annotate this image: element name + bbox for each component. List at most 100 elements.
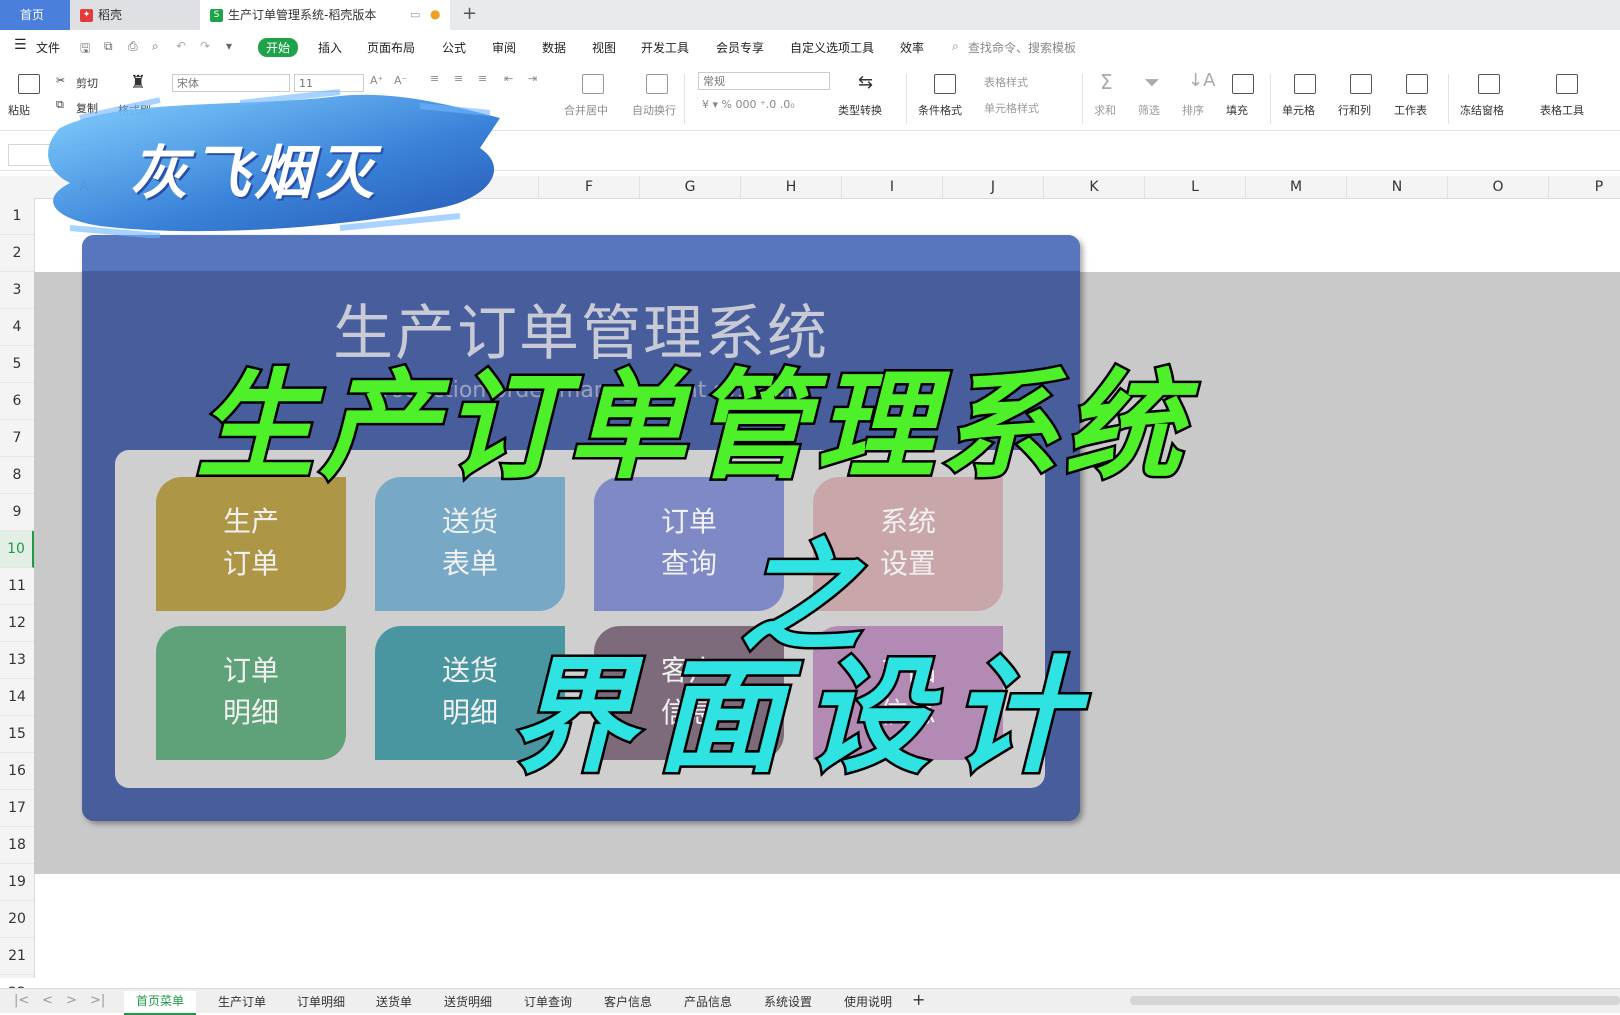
row-header[interactable]: 13 [0,642,34,679]
sum-button[interactable]: 求和 [1094,102,1116,118]
redo-icon[interactable]: ↷ [200,39,210,53]
sheet-tab-instructions[interactable]: 使用说明 [844,993,892,1010]
freeze-panes-button[interactable]: 冻结窗格 [1460,102,1504,118]
type-convert-button[interactable]: 类型转换 [838,102,882,118]
column-header[interactable]: O [1448,176,1549,198]
row-header[interactable]: 9 [0,494,34,531]
sheet-tab-delivery-detail[interactable]: 送货明细 [444,993,492,1010]
sheet-tab-order-detail[interactable]: 订单明细 [297,993,345,1010]
decrease-font-icon[interactable]: A⁻ [394,74,407,87]
filter-button[interactable]: 筛选 [1138,102,1160,118]
align-bottom-icon[interactable]: ≡ [478,72,487,85]
horizontal-scrollbar[interactable] [1130,996,1620,1005]
row-header[interactable]: 4 [0,309,34,346]
cell-button[interactable]: 单元格 [1282,102,1315,118]
align-middle-icon[interactable]: ≡ [454,72,463,85]
row-header[interactable]: 16 [0,753,34,790]
last-sheet-icon[interactable]: >| [90,993,105,1008]
row-header[interactable]: 11 [0,568,34,605]
sheet-tab-delivery[interactable]: 送货单 [376,993,412,1010]
row-header[interactable]: 1 [0,198,34,235]
column-header[interactable]: I [842,176,943,198]
row-header[interactable]: 14 [0,679,34,716]
indent-increase-icon[interactable]: ⇥ [528,72,537,85]
column-header[interactable]: J [943,176,1044,198]
menu-efficiency[interactable]: 效率 [900,39,924,56]
export-icon[interactable]: ⧉ [104,39,113,54]
row-header[interactable]: 17 [0,790,34,827]
print-preview-icon[interactable]: ⌕ [152,39,159,54]
tab-document[interactable]: S 生产订单管理系统-稻壳版本 ▭ ● [200,0,450,30]
worksheet-button[interactable]: 工作表 [1394,102,1427,118]
row-header[interactable]: 10 [0,531,34,568]
paste-button[interactable]: 粘贴 [8,102,30,118]
row-header[interactable]: 12 [0,605,34,642]
row-header[interactable]: 21 [0,938,34,975]
menu-file[interactable]: 文件 [36,39,60,56]
menu-member[interactable]: 会员专享 [716,39,764,56]
row-header[interactable]: 7 [0,420,34,457]
row-header[interactable]: 6 [0,383,34,420]
sheet-tab-customer-info[interactable]: 客户信息 [604,993,652,1010]
increase-font-icon[interactable]: A⁺ [370,74,383,87]
sheet-tab-order-query[interactable]: 订单查询 [524,993,572,1010]
sheet-tab-production-order[interactable]: 生产订单 [218,993,266,1010]
column-header[interactable]: G [640,176,741,198]
row-header[interactable]: 5 [0,346,34,383]
paste-icon[interactable] [18,74,40,94]
column-header[interactable]: N [1347,176,1448,198]
table-style-button[interactable]: 表格样式 [984,74,1028,90]
menu-review[interactable]: 审阅 [492,39,516,56]
column-header[interactable]: P [1549,176,1620,198]
sheet-tab-product-info[interactable]: 产品信息 [684,993,732,1010]
select-all-corner[interactable] [0,176,35,199]
wrap-text-button[interactable]: 自动换行 [632,102,676,118]
row-col-button[interactable]: 行和列 [1338,102,1371,118]
sheet-tab-home-menu[interactable]: 首页菜单 [124,991,197,1015]
sort-button[interactable]: 排序 [1182,102,1204,118]
cell-style-button[interactable]: 单元格样式 [984,100,1039,116]
table-tools-button[interactable]: 表格工具 [1540,102,1584,118]
row-header[interactable]: 15 [0,716,34,753]
column-header[interactable]: H [741,176,842,198]
new-tab-icon[interactable]: + [462,3,477,24]
fill-button[interactable]: 填充 [1226,102,1248,118]
menu-insert[interactable]: 插入 [318,39,342,56]
prev-sheet-icon[interactable]: < [42,993,53,1008]
number-format-select[interactable]: 常规 [698,72,830,90]
menu-view[interactable]: 视图 [592,39,616,56]
menu-data[interactable]: 数据 [542,39,566,56]
tab-home[interactable]: 首页 [0,0,70,30]
save-icon[interactable]: 🖫 [80,39,90,60]
indent-decrease-icon[interactable]: ⇤ [504,72,513,85]
row-header[interactable]: 19 [0,864,34,901]
next-sheet-icon[interactable]: > [66,993,77,1008]
align-top-icon[interactable]: ≡ [430,72,439,85]
undo-icon[interactable]: ↶ [176,39,186,53]
menu-formula[interactable]: 公式 [442,39,466,56]
hamburger-icon[interactable]: ☰ [14,37,27,53]
menu-page-layout[interactable]: 页面布局 [367,39,415,56]
first-sheet-icon[interactable]: |< [14,993,29,1008]
currency-icon[interactable]: ¥ ▾ % 000 ⁺.0 .0₀ [702,98,795,111]
row-header[interactable]: 20 [0,901,34,938]
column-header[interactable]: M [1246,176,1347,198]
menu-custom-tools[interactable]: 自定义选项工具 [790,39,874,56]
conditional-format-button[interactable]: 条件格式 [918,102,962,118]
column-header[interactable]: K [1044,176,1145,198]
row-header[interactable]: 3 [0,272,34,309]
dashboard-card-button[interactable]: 订单 明细 [156,626,346,760]
add-sheet-icon[interactable]: + [912,990,925,1009]
row-header[interactable]: 18 [0,827,34,864]
row-header[interactable]: 2 [0,235,34,272]
command-search-input[interactable]: 查找命令、搜索模板 [968,39,1076,56]
print-icon[interactable]: ⎙ [128,39,138,54]
sheet-tab-system-settings[interactable]: 系统设置 [764,993,812,1010]
chevron-down-icon[interactable]: ▾ [226,39,232,53]
pin-icon[interactable]: ▭ [410,0,420,30]
column-header[interactable]: F [539,176,640,198]
column-header[interactable]: L [1145,176,1246,198]
row-header[interactable]: 8 [0,457,34,494]
menu-developer[interactable]: 开发工具 [641,39,689,56]
tab-daoke[interactable]: ✦ 稻壳 [70,0,200,30]
